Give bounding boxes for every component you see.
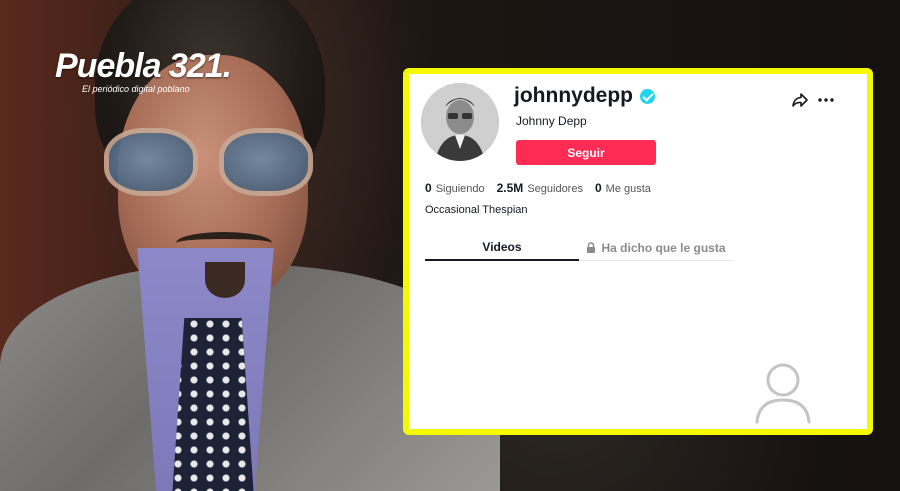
stat-label: Seguidores <box>527 183 583 195</box>
profile-bio: Occasional Thespian <box>425 204 528 216</box>
display-name: Johnny Depp <box>516 114 587 128</box>
stat-likes: 0 Me gusta <box>595 181 651 195</box>
username-row: johnnydepp <box>514 82 655 110</box>
lock-icon <box>587 242 596 253</box>
stat-label: Me gusta <box>605 183 651 195</box>
photo-mustache <box>176 232 272 254</box>
tab-label: Ha dicho que le gusta <box>601 240 726 255</box>
tab-videos[interactable]: Videos <box>425 234 579 261</box>
tab-label: Videos <box>482 239 522 254</box>
stat-following[interactable]: 0 Siguiendo <box>425 181 485 195</box>
avatar-portrait <box>421 83 499 161</box>
photo-glasses <box>104 128 316 198</box>
username: johnnydepp <box>514 84 633 107</box>
share-icon[interactable] <box>791 91 809 109</box>
profile-tabs: Videos Ha dicho que le gusta <box>425 234 733 261</box>
profile-stats: 0 Siguiendo 2.5M Seguidores 0 Me gusta <box>425 181 651 195</box>
tab-liked[interactable]: Ha dicho que le gusta <box>579 234 733 261</box>
stat-value: 0 <box>594 181 602 195</box>
stat-value: 2.5M <box>496 181 524 195</box>
avatar[interactable] <box>421 83 499 161</box>
stat-label: Siguiendo <box>435 183 485 195</box>
logo-tagline: El periódico digital poblano <box>82 84 190 94</box>
follow-button[interactable]: Seguir <box>516 140 656 165</box>
more-icon[interactable] <box>817 91 835 109</box>
photo-lens-right <box>219 128 313 196</box>
photo-goatee <box>205 262 245 298</box>
tiktok-profile-card: johnnydepp Johnny Depp Seguir 0 Siguiend… <box>403 68 873 435</box>
site-logo: Puebla 321. El periódico digital poblano <box>55 47 232 95</box>
verified-icon <box>640 88 655 104</box>
photo-lens-left <box>104 128 198 196</box>
logo-wordmark: Puebla 321. <box>55 47 232 85</box>
user-placeholder-icon <box>755 363 811 424</box>
stat-followers[interactable]: 2.5M Seguidores <box>497 181 583 195</box>
photo-tie <box>172 318 254 491</box>
stat-value: 0 <box>425 181 432 195</box>
